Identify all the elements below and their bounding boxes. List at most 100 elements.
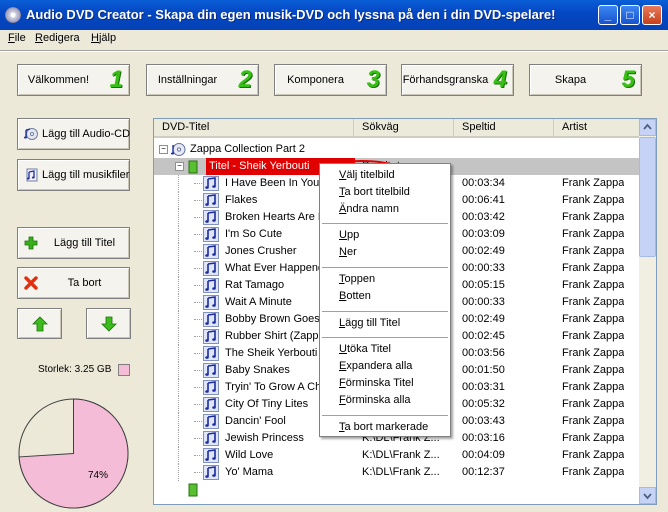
- tree-line: [178, 362, 180, 379]
- track-name: Wild Love: [225, 449, 274, 461]
- context-menu-item[interactable]: Toppen: [339, 273, 375, 285]
- step-button-compose[interactable]: Komponera 3: [274, 64, 387, 96]
- track-path: K:\DL\Frank Z...: [362, 449, 440, 461]
- track-name: I Have Been In You: [225, 177, 320, 189]
- tree-line: [194, 336, 202, 337]
- move-up-button[interactable]: [17, 308, 62, 339]
- track-artist: Frank Zappa: [562, 194, 625, 206]
- title-folder-icon: [188, 483, 198, 497]
- context-menu-item[interactable]: Förminska Titel: [339, 377, 414, 389]
- vertical-scrollbar[interactable]: [639, 119, 656, 504]
- context-menu-separator: [322, 223, 448, 225]
- tree-line: [194, 353, 202, 354]
- add-music-files-button[interactable]: Lägg till musikfiler: [17, 159, 130, 191]
- collapse-icon[interactable]: −: [175, 162, 184, 171]
- context-menu-item[interactable]: Upp: [339, 229, 359, 241]
- close-button[interactable]: ×: [642, 5, 662, 25]
- tree-line: [178, 226, 180, 243]
- collapse-icon[interactable]: −: [159, 145, 168, 154]
- tree-line: [194, 472, 202, 473]
- remove-button[interactable]: Ta bort: [17, 267, 130, 299]
- step-button-settings[interactable]: Inställningar 2: [146, 64, 259, 96]
- track-artist: Frank Zappa: [562, 296, 625, 308]
- column-header-playtime[interactable]: Speltid: [454, 119, 554, 138]
- side-label: Ta bort: [67, 277, 102, 289]
- tree-line: [178, 260, 180, 277]
- pie-percent-label: 74%: [88, 470, 108, 481]
- track-name: Jewish Princess: [225, 432, 304, 444]
- column-header-path[interactable]: Sökväg: [354, 119, 454, 138]
- column-header-artist[interactable]: Artist: [554, 119, 641, 138]
- step-button-create[interactable]: Skapa 5: [529, 64, 642, 96]
- track-time: 00:03:16: [462, 432, 505, 444]
- track-name: Baby Snakes: [225, 364, 290, 376]
- context-menu-item[interactable]: Expandera alla: [339, 360, 412, 372]
- tree-line: [194, 183, 202, 184]
- maximize-icon: □: [626, 8, 634, 22]
- plus-icon: [24, 236, 38, 250]
- add-audio-cd-button[interactable]: Lägg till Audio-CD: [17, 118, 130, 150]
- scroll-up-button[interactable]: [639, 119, 656, 136]
- menu-bar: File Redigera Hjälp: [0, 30, 668, 48]
- track-time: 00:01:50: [462, 364, 505, 376]
- track-row[interactable]: Yo' Mama K:\DL\Frank Z... 00:12:37 Frank Za…: [154, 464, 641, 481]
- column-header-dvd-title[interactable]: DVD-Titel: [154, 119, 354, 138]
- track-row[interactable]: Wild Love K:\DL\Frank Z... 00:04:09 Frank Z…: [154, 447, 641, 464]
- context-menu-item[interactable]: Ta bort titelbild: [339, 186, 410, 198]
- tree-row-next-title[interactable]: [154, 481, 641, 498]
- tree-line: [178, 209, 180, 226]
- menu-file[interactable]: File: [8, 32, 26, 44]
- menu-redigera[interactable]: Redigera: [35, 32, 80, 44]
- context-menu-item[interactable]: Botten: [339, 290, 371, 302]
- step-label: Komponera: [287, 74, 344, 86]
- track-name: Wait A Minute: [225, 296, 292, 308]
- minimize-icon: _: [604, 8, 612, 22]
- context-menu-item[interactable]: Förminska alla: [339, 394, 411, 406]
- step-label: Förhandsgranska: [402, 74, 489, 86]
- context-menu-item[interactable]: Ändra namn: [339, 203, 399, 215]
- step-button-welcome[interactable]: Välkommen! 1: [17, 64, 130, 96]
- arrow-down-icon: [101, 316, 117, 332]
- tree-line: [194, 387, 202, 388]
- track-time: 00:03:34: [462, 177, 505, 189]
- add-title-button[interactable]: Lägg till Titel: [17, 227, 130, 259]
- track-artist: Frank Zappa: [562, 330, 625, 342]
- side-label: Lägg till Audio-CD: [42, 128, 131, 140]
- track-artist: Frank Zappa: [562, 432, 625, 444]
- track-name: Flakes: [225, 194, 258, 206]
- title-bar: Audio DVD Creator - Skapa din egen musik…: [0, 0, 668, 30]
- tree-line: [194, 302, 202, 303]
- scroll-thumb[interactable]: [639, 137, 656, 257]
- track-time: 00:02:49: [462, 313, 505, 325]
- move-down-button[interactable]: [86, 308, 131, 339]
- tree-line: [194, 200, 202, 201]
- side-label: Lägg till Titel: [53, 237, 116, 249]
- track-artist: Frank Zappa: [562, 364, 625, 376]
- scroll-up-arrow-icon: [643, 123, 652, 130]
- tree-row-collection[interactable]: − Zappa Collection Part 2: [154, 141, 641, 158]
- track-name: Rubber Shirt (Zappa: [225, 330, 321, 342]
- title-folder-icon: [188, 160, 198, 174]
- context-menu-item[interactable]: Lägg till Titel: [339, 317, 400, 329]
- track-time: 00:03:43: [462, 415, 505, 427]
- track-name: What Ever Happene: [225, 262, 321, 274]
- tree-line: [194, 421, 202, 422]
- tree-line: [178, 175, 180, 192]
- disc-size-label: Storlek: 3.25 GB: [38, 364, 112, 375]
- tree-line: [178, 379, 180, 396]
- maximize-button[interactable]: □: [620, 5, 640, 25]
- track-artist: Frank Zappa: [562, 228, 625, 240]
- scroll-down-button[interactable]: [639, 487, 656, 504]
- context-menu-separator: [322, 267, 448, 268]
- minimize-button[interactable]: _: [598, 5, 618, 25]
- context-menu-item[interactable]: Ner: [339, 246, 357, 258]
- context-menu-item[interactable]: Utöka Titel: [339, 343, 391, 355]
- context-menu-item[interactable]: Välj titelbild: [339, 169, 395, 181]
- context-menu-item[interactable]: Ta bort markerade: [339, 421, 428, 433]
- disc-usage-pie: 74%: [18, 398, 129, 509]
- menu-hjalp[interactable]: Hjälp: [91, 32, 116, 44]
- tree-line: [178, 430, 180, 447]
- menu-separator: [0, 50, 668, 52]
- step-button-preview[interactable]: Förhandsgranska 4: [401, 64, 514, 96]
- track-name: Broken Hearts Are F: [225, 211, 321, 223]
